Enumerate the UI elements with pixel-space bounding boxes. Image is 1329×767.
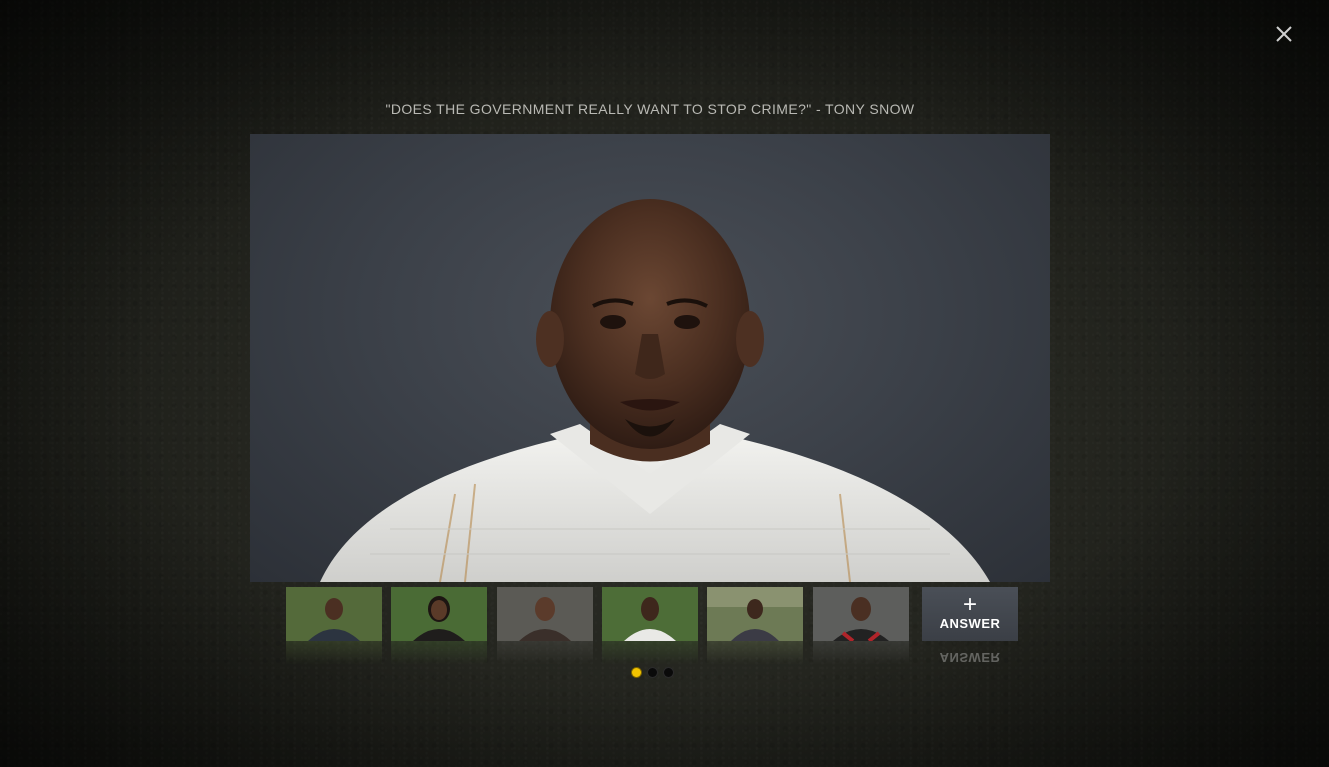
plus-icon: +	[962, 591, 977, 618]
pagination-dot-1[interactable]	[632, 668, 641, 677]
video-thumbnail[interactable]	[707, 587, 803, 665]
thumbnail-reflection	[813, 641, 909, 665]
video-thumbnail[interactable]	[391, 587, 487, 665]
thumbnail-reflection	[286, 641, 382, 665]
thumbnail-image	[602, 587, 698, 641]
thumbnail-reflection	[707, 641, 803, 665]
close-icon	[1276, 26, 1292, 42]
pagination-dot-2[interactable]	[648, 668, 657, 677]
answer-reflection: ANSWER	[939, 650, 1001, 665]
thumbnail-reflection	[391, 641, 487, 665]
close-button[interactable]	[1272, 22, 1296, 46]
video-title: "DOES THE GOVERNMENT REALLY WANT TO STOP…	[385, 101, 915, 117]
video-thumbnails: + ANSWER ANSWER	[286, 587, 1026, 667]
thumbnail-image	[497, 587, 593, 641]
thumbnail-image	[391, 587, 487, 641]
thumbnail-image	[813, 587, 909, 641]
thumbnail-reflection	[497, 641, 593, 665]
thumbnail-image	[707, 587, 803, 641]
thumbnail-image	[286, 587, 382, 641]
answer-button[interactable]: + ANSWER	[922, 587, 1018, 641]
video-thumbnail[interactable]	[286, 587, 382, 665]
video-player[interactable]	[250, 134, 1050, 582]
video-frame	[320, 199, 990, 582]
pagination-dot-3[interactable]	[664, 668, 673, 677]
video-thumbnail[interactable]	[497, 587, 593, 665]
video-thumbnail[interactable]	[813, 587, 909, 665]
pagination-dots	[632, 664, 680, 677]
answer-label: ANSWER	[939, 616, 1001, 631]
thumbnail-reflection	[602, 641, 698, 665]
video-thumbnail[interactable]	[602, 587, 698, 665]
